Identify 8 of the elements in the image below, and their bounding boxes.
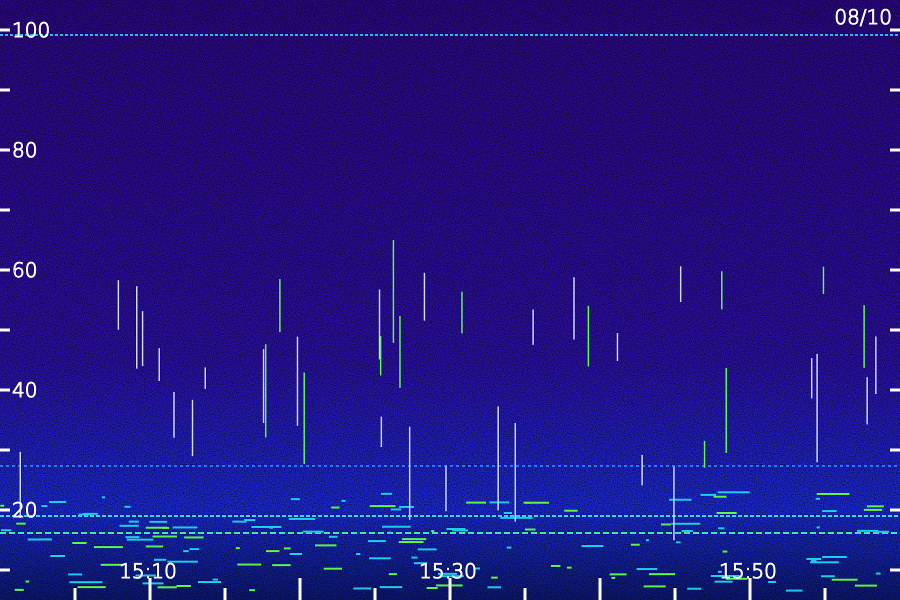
x-axis-label: 15:30 (419, 559, 477, 583)
y-axis-label: 40 (12, 378, 38, 402)
y-axis-label: 100 (12, 18, 50, 42)
date-label: 08/10 (834, 5, 892, 29)
y-axis-label: 60 (12, 258, 38, 282)
x-axis-label: 15:50 (719, 559, 777, 583)
x-axis-label: 15:10 (119, 559, 177, 583)
y-axis-label: 80 (12, 138, 38, 162)
